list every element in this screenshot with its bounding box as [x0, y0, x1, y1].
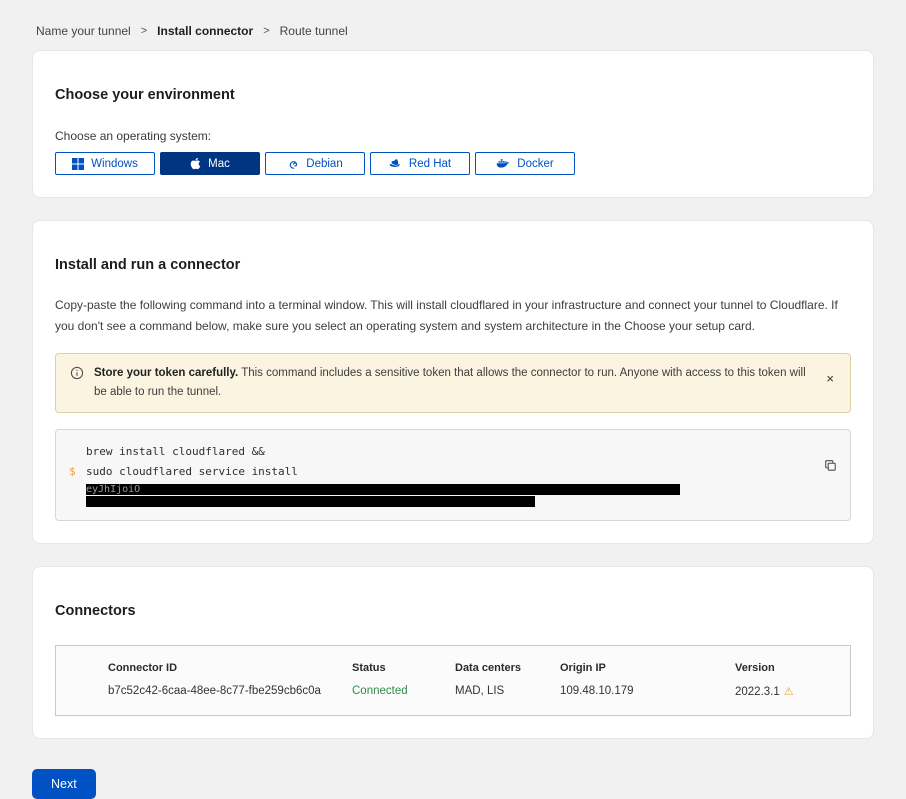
connectors-card: Connectors Connector ID Status Data cent…: [32, 566, 874, 739]
breadcrumb: Name your tunnel > Install connector > R…: [32, 0, 874, 50]
cell-connector-id: b7c52c42-6caa-48ee-8c77-fbe259cb6c0a: [108, 685, 352, 697]
windows-icon: [72, 158, 84, 170]
version-value: 2022.3.1: [735, 686, 780, 698]
install-connector-card: Install and run a connector Copy-paste t…: [32, 220, 874, 544]
close-icon[interactable]: ×: [824, 372, 836, 385]
code-gutter: [69, 495, 86, 507]
header-data-centers: Data centers: [455, 662, 560, 674]
connectors-table: Connector ID Status Data centers Origin …: [55, 645, 851, 716]
code-gutter: [69, 482, 86, 495]
connectors-card-title: Connectors: [55, 603, 851, 619]
apple-icon: [190, 157, 201, 170]
install-description: Copy-paste the following command into a …: [55, 295, 851, 337]
os-button-label: Debian: [306, 158, 342, 170]
os-button-label: Windows: [91, 158, 138, 170]
status-badge: Connected: [352, 685, 455, 697]
shell-prompt: $: [69, 462, 86, 482]
os-button-debian[interactable]: Debian: [265, 152, 365, 175]
debian-icon: [287, 158, 299, 170]
os-button-windows[interactable]: Windows: [55, 152, 155, 175]
copy-icon[interactable]: [824, 459, 837, 475]
header-connector-id: Connector ID: [108, 662, 352, 674]
os-button-label: Red Hat: [409, 158, 451, 170]
install-card-title: Install and run a connector: [55, 257, 851, 273]
os-button-redhat[interactable]: Red Hat: [370, 152, 470, 175]
os-button-docker[interactable]: Docker: [475, 152, 575, 175]
info-icon: [70, 366, 84, 387]
table-header-row: Connector ID Status Data centers Origin …: [56, 646, 850, 674]
warning-text-bold: Store your token carefully.: [94, 367, 238, 379]
warning-text: Store your token carefully. This command…: [94, 364, 814, 402]
token-warning-banner: Store your token carefully. This command…: [55, 353, 851, 413]
breadcrumb-separator: >: [263, 25, 269, 37]
cell-data-centers: MAD, LIS: [455, 685, 560, 697]
code-line-1: brew install cloudflared &&: [86, 442, 265, 462]
header-status: Status: [352, 662, 455, 674]
redacted-token-line-1: eyJhIjoiO: [86, 484, 680, 495]
redhat-icon: [389, 158, 402, 169]
version-warning-icon: ⚠: [784, 686, 794, 698]
os-button-label: Mac: [208, 158, 230, 170]
environment-card: Choose your environment Choose an operat…: [32, 50, 874, 198]
breadcrumb-separator: >: [141, 25, 147, 37]
cell-version: 2022.3.1 ⚠: [735, 685, 834, 698]
os-chooser-label: Choose an operating system:: [55, 129, 851, 143]
os-button-mac[interactable]: Mac: [160, 152, 260, 175]
next-button[interactable]: Next: [32, 769, 96, 799]
redacted-token-line-2: [86, 496, 535, 507]
install-command-code-block: brew install cloudflared && $ sudo cloud…: [55, 429, 851, 521]
page: Name your tunnel > Install connector > R…: [0, 0, 906, 799]
table-row: b7c52c42-6caa-48ee-8c77-fbe259cb6c0a Con…: [56, 674, 850, 715]
cell-origin-ip: 109.48.10.179: [560, 685, 735, 697]
header-version: Version: [735, 662, 834, 674]
docker-icon: [496, 158, 510, 169]
environment-card-title: Choose your environment: [55, 87, 851, 103]
breadcrumb-item-route-tunnel[interactable]: Route tunnel: [280, 24, 348, 38]
os-button-group: Windows Mac Debian Red Hat: [55, 152, 851, 175]
code-line-2: sudo cloudflared service install: [86, 462, 298, 482]
breadcrumb-item-name-your-tunnel[interactable]: Name your tunnel: [36, 24, 131, 38]
breadcrumb-item-install-connector[interactable]: Install connector: [157, 24, 253, 38]
os-button-label: Docker: [517, 158, 553, 170]
code-gutter: [69, 442, 86, 462]
header-origin-ip: Origin IP: [560, 662, 735, 674]
